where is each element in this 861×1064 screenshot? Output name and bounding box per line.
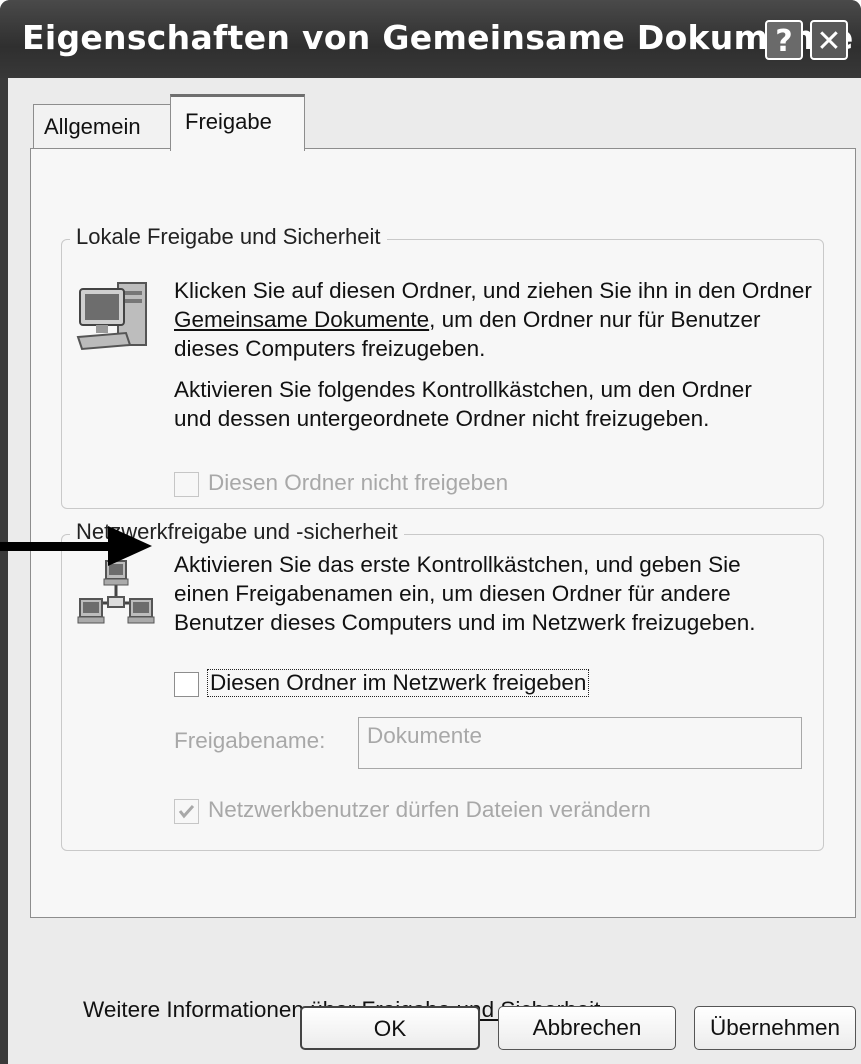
help-button[interactable]: ? bbox=[765, 20, 803, 60]
tab-label: Allgemein bbox=[44, 114, 141, 139]
share-name-label: Freigabename: bbox=[174, 728, 326, 753]
arrow-right-icon bbox=[0, 526, 152, 566]
ok-button[interactable]: OK bbox=[300, 1006, 480, 1050]
shared-documents-link[interactable]: Gemeinsame Dokumente bbox=[174, 307, 429, 332]
title-bar[interactable]: Eigenschaften von Gemeinsame Dokumente ?… bbox=[0, 0, 861, 78]
tab-freigabe[interactable]: Freigabe bbox=[170, 94, 305, 151]
window-title: Eigenschaften von Gemeinsame Dokumente bbox=[22, 18, 854, 57]
dialog-client-area: Allgemein Freigabe Lokale Freigabe und S… bbox=[8, 78, 861, 1064]
checkmark-icon bbox=[178, 804, 195, 819]
share-name-input[interactable]: Dokumente bbox=[358, 717, 802, 769]
dont-share-checkbox[interactable] bbox=[174, 472, 199, 497]
apply-button[interactable]: Übernehmen bbox=[694, 1006, 856, 1050]
local-sharing-legend: Lokale Freigabe und Sicherheit bbox=[70, 224, 387, 250]
close-button[interactable]: ✕ bbox=[810, 20, 848, 60]
allow-modify-checkbox[interactable] bbox=[174, 799, 199, 824]
computer-icon bbox=[76, 282, 147, 351]
share-network-checkbox-label: Diesen Ordner im Netzwerk freigeben bbox=[206, 669, 590, 697]
tab-label: Freigabe bbox=[185, 109, 272, 134]
allow-modify-checkbox-label: Netzwerkbenutzer dürfen Dateien veränder… bbox=[208, 797, 651, 822]
share-network-checkbox[interactable] bbox=[174, 672, 199, 697]
cancel-button[interactable]: Abbrechen bbox=[498, 1006, 676, 1050]
tab-allgemein[interactable]: Allgemein bbox=[33, 104, 173, 149]
dont-share-checkbox-label: Diesen Ordner nicht freigeben bbox=[208, 470, 509, 495]
network-sharing-group: Netzwerkfreigabe und -sicherheit Aktivie bbox=[61, 519, 824, 851]
local-checkbox-description: Aktivieren Sie folgendes Kontrollkästche… bbox=[174, 377, 752, 431]
local-sharing-group: Lokale Freigabe und Sicherheit Klicken S… bbox=[61, 224, 824, 509]
local-sharing-description: Klicken Sie auf diesen Ordner, und ziehe… bbox=[174, 276, 814, 363]
local-text-part1: Klicken Sie auf diesen Ordner, und ziehe… bbox=[174, 278, 812, 303]
network-sharing-description: Aktivieren Sie das erste Kontrollkästche… bbox=[174, 552, 756, 635]
